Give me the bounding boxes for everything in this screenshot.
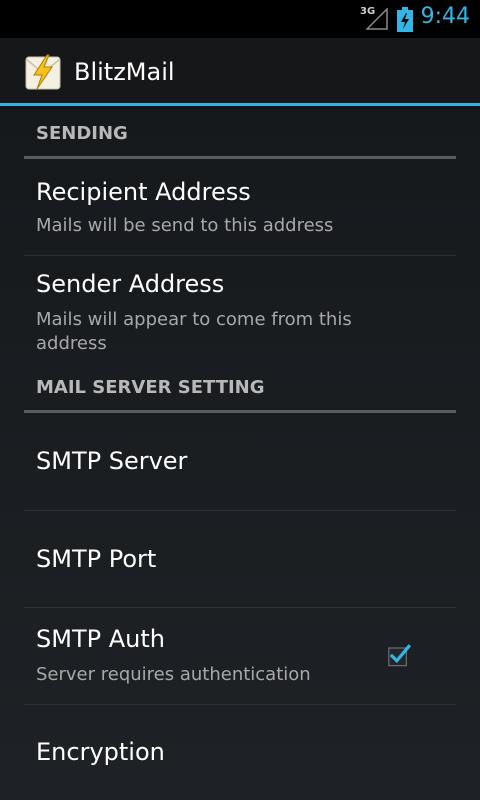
pref-summary: Mails will be send to this address <box>36 215 334 236</box>
pref-title: SMTP Auth <box>36 625 165 653</box>
pref-title: SMTP Server <box>36 447 188 475</box>
battery-charging-icon <box>397 7 413 32</box>
pref-title: Recipient Address <box>36 178 251 206</box>
signal-icon <box>366 8 388 30</box>
pref-encryption[interactable]: Encryption <box>24 705 456 800</box>
pref-title: Sender Address <box>36 270 225 298</box>
section-header-mail-server: MAIL SERVER SETTING <box>24 363 456 413</box>
smtp-auth-checkbox[interactable] <box>388 644 412 668</box>
pref-summary: Mails will appear to come from this addr… <box>36 309 352 354</box>
pref-smtp-port[interactable]: SMTP Port <box>24 511 456 608</box>
section-header-label: MAIL SERVER SETTING <box>36 377 265 398</box>
app-title: BlitzMail <box>74 58 175 86</box>
section-header-label: SENDING <box>36 123 128 144</box>
pref-smtp-server[interactable]: SMTP Server <box>24 413 456 511</box>
pref-title: Encryption <box>36 738 165 766</box>
status-bar: 3G 9:44 <box>0 0 480 38</box>
pref-sender-address[interactable]: Sender Address Mails will appear to come… <box>24 256 456 355</box>
preferences-list: SENDING Recipient Address Mails will be … <box>0 109 480 800</box>
pref-smtp-auth[interactable]: SMTP Auth Server requires authentication <box>24 608 456 705</box>
pref-summary: Server requires authentication <box>36 664 311 685</box>
pref-title: SMTP Port <box>36 545 157 573</box>
blitzmail-app-icon[interactable] <box>24 53 62 91</box>
clock: 9:44 <box>420 4 470 29</box>
section-header-sending: SENDING <box>24 109 456 159</box>
pref-recipient-address[interactable]: Recipient Address Mails will be send to … <box>24 162 456 256</box>
action-bar: BlitzMail <box>0 38 480 106</box>
